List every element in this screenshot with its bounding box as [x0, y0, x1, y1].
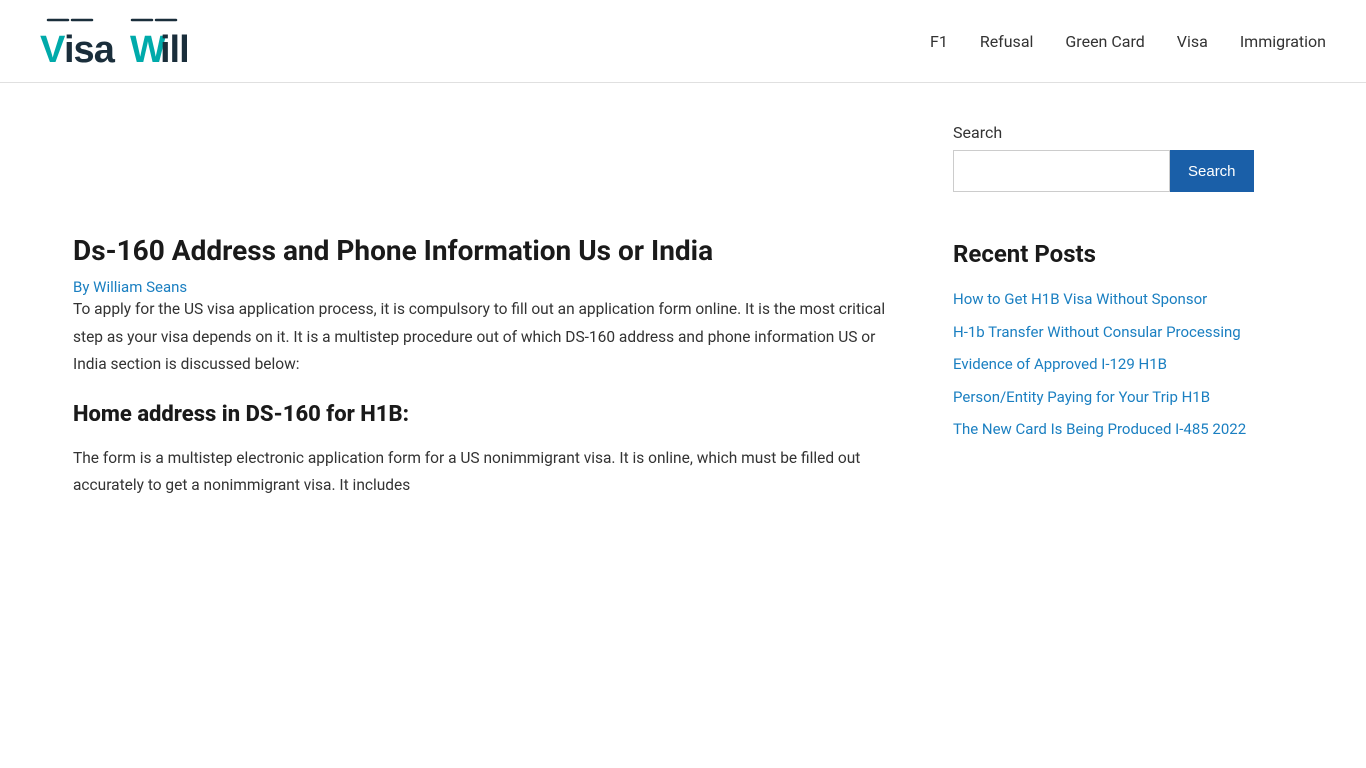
logo-decoration-icon: V isa W ill: [40, 12, 225, 70]
search-label: Search: [953, 123, 1253, 142]
search-button[interactable]: Search: [1170, 150, 1254, 192]
logo[interactable]: V isa W ill: [40, 12, 225, 70]
svg-text:ill: ill: [160, 29, 189, 70]
nav-item-f1[interactable]: F1: [930, 32, 948, 51]
article-intro: To apply for the US visa application pro…: [73, 296, 893, 377]
nav-item-visa[interactable]: Visa: [1177, 32, 1208, 51]
site-header: V isa W ill F1 Refusal Green Card Visa I…: [0, 0, 1366, 83]
nav-item-immigration[interactable]: Immigration: [1240, 32, 1326, 51]
recent-posts-list: How to Get H1B Visa Without Sponsor H-1b…: [953, 288, 1253, 447]
search-box: Search: [953, 150, 1253, 192]
search-input[interactable]: [953, 150, 1170, 192]
logo-text: V isa W ill: [40, 12, 225, 70]
list-item: H-1b Transfer Without Consular Processin…: [953, 321, 1253, 350]
list-item: Evidence of Approved I-129 H1B: [953, 353, 1253, 382]
nav-item-refusal[interactable]: Refusal: [980, 32, 1034, 51]
article-author[interactable]: By William Seans: [73, 278, 187, 296]
recent-post-link-2[interactable]: H-1b Transfer Without Consular Processin…: [953, 321, 1253, 344]
main-nav: F1 Refusal Green Card Visa Immigration: [930, 32, 1326, 51]
recent-post-link-1[interactable]: How to Get H1B Visa Without Sponsor: [953, 288, 1253, 311]
recent-post-link-4[interactable]: Person/Entity Paying for Your Trip H1B: [953, 386, 1253, 409]
page-wrapper: Ds-160 Address and Phone Information Us …: [33, 83, 1333, 563]
main-content: Ds-160 Address and Phone Information Us …: [73, 123, 893, 523]
recent-post-link-5[interactable]: The New Card Is Being Produced I-485 202…: [953, 418, 1253, 441]
article-body: To apply for the US visa application pro…: [73, 296, 893, 499]
list-item: The New Card Is Being Produced I-485 202…: [953, 418, 1253, 447]
recent-posts-title: Recent Posts: [953, 240, 1253, 268]
ad-area: [73, 123, 893, 233]
section-body: The form is a multistep electronic appli…: [73, 445, 893, 499]
svg-text:isa: isa: [64, 29, 116, 70]
svg-text:V: V: [40, 29, 66, 70]
article-title: Ds-160 Address and Phone Information Us …: [73, 233, 893, 269]
recent-post-link-3[interactable]: Evidence of Approved I-129 H1B: [953, 353, 1253, 376]
nav-item-green-card[interactable]: Green Card: [1065, 32, 1144, 51]
list-item: How to Get H1B Visa Without Sponsor: [953, 288, 1253, 317]
list-item: Person/Entity Paying for Your Trip H1B: [953, 386, 1253, 415]
section-heading: Home address in DS-160 for H1B:: [73, 402, 893, 427]
sidebar: Search Search Recent Posts How to Get H1…: [953, 123, 1253, 523]
